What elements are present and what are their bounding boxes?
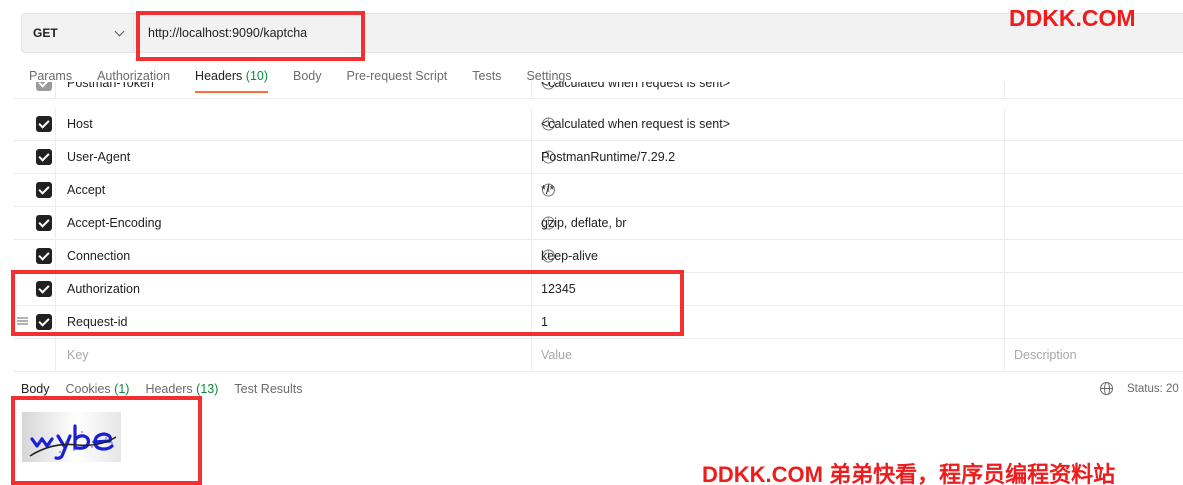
method-label: GET [33, 26, 58, 40]
description-cell[interactable] [1005, 108, 1183, 140]
header-value[interactable]: gzip, deflate, br [541, 216, 626, 230]
response-tabs: Body Cookies (1) Headers (13) Test Resul… [21, 382, 319, 396]
header-value[interactable]: */* [541, 183, 554, 197]
headers-count: (10) [245, 69, 269, 83]
table-row: Accept i */* [13, 174, 1183, 207]
captcha-highlight-box [11, 396, 202, 485]
chevron-down-icon [114, 26, 125, 36]
watermark-top: DDKK.COM [1009, 5, 1136, 31]
header-value[interactable]: keep-alive [541, 249, 598, 263]
header-key[interactable]: Connection [67, 249, 130, 263]
header-key[interactable]: User-Agent [67, 150, 130, 164]
status-text: Status: 20 [1127, 382, 1179, 395]
description-cell[interactable] [1005, 306, 1183, 338]
globe-icon[interactable] [1100, 382, 1113, 395]
new-key-input[interactable]: Key [67, 348, 89, 362]
table-row: Host i <calculated when request is sent> [13, 108, 1183, 141]
header-key[interactable]: Accept [67, 183, 105, 197]
response-tab-headers[interactable]: Headers (13) [145, 382, 218, 396]
table-row: User-Agent i PostmanRuntime/7.29.2 [13, 141, 1183, 174]
header-key[interactable]: Accept-Encoding [67, 216, 162, 230]
new-header-row: Key Value Description [13, 339, 1183, 372]
row-checkbox[interactable] [36, 215, 52, 231]
method-select[interactable]: GET [22, 14, 134, 52]
row-checkbox[interactable] [36, 116, 52, 132]
description-cell[interactable] [1005, 273, 1183, 305]
response-tab-test-results[interactable]: Test Results [234, 382, 302, 396]
response-status: Status: 20 [1100, 382, 1179, 395]
response-tab-cookies[interactable]: Cookies (1) [66, 382, 130, 396]
description-cell[interactable] [1005, 174, 1183, 206]
response-tab-body[interactable]: Body [21, 382, 50, 396]
new-description-input[interactable]: Description [1014, 348, 1077, 362]
header-key[interactable]: Host [67, 117, 93, 131]
header-value[interactable]: PostmanRuntime/7.29.2 [541, 150, 675, 164]
table-row: Connection i keep-alive [13, 240, 1183, 273]
headers-highlight-box [11, 270, 684, 336]
watermark-bottom: DDKK.COM 弟弟快看，程序员编程资料站 [702, 462, 1116, 485]
url-highlight-box [136, 11, 365, 61]
row-checkbox[interactable] [36, 149, 52, 165]
row-checkbox[interactable] [36, 248, 52, 264]
description-cell[interactable] [1005, 240, 1183, 272]
description-cell[interactable] [1005, 207, 1183, 239]
description-cell[interactable] [1005, 141, 1183, 173]
new-value-input[interactable]: Value [541, 348, 572, 362]
header-value[interactable]: <calculated when request is sent> [541, 117, 730, 131]
row-checkbox[interactable] [36, 182, 52, 198]
table-row: Accept-Encoding i gzip, deflate, br [13, 207, 1183, 240]
